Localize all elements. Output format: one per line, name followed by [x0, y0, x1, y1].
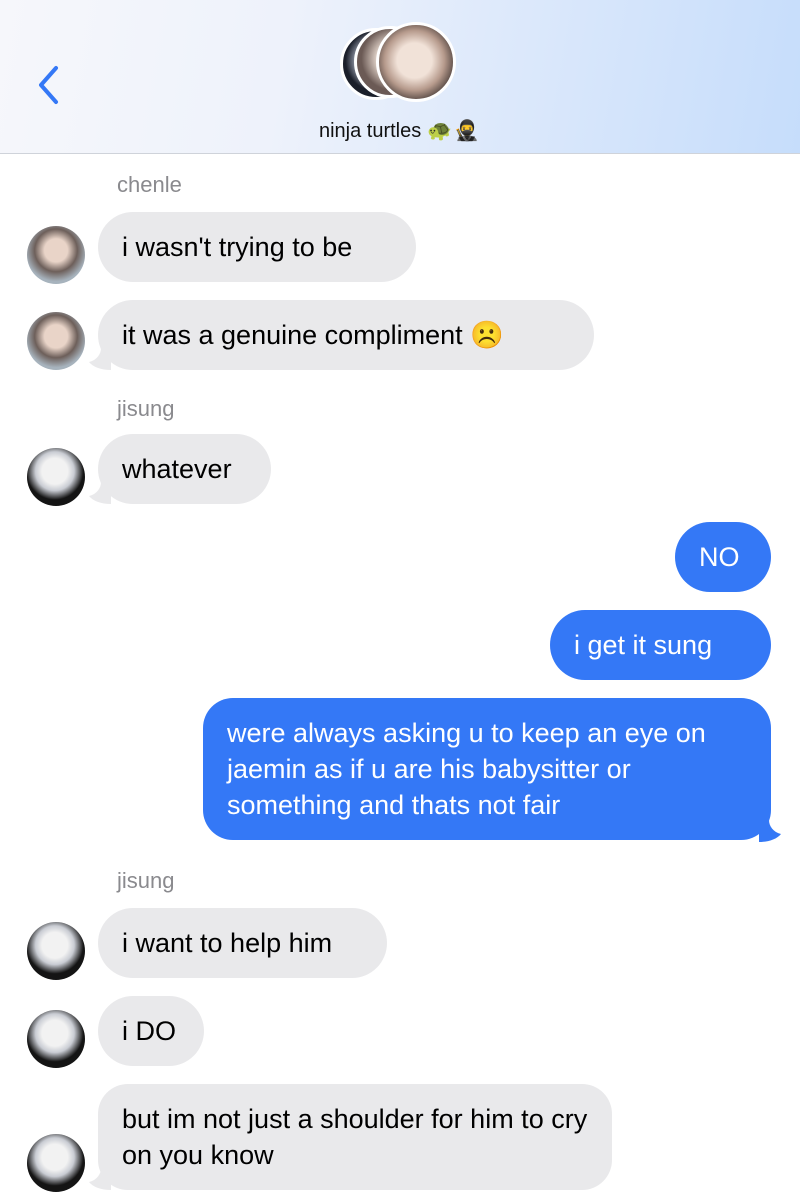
back-button[interactable] [28, 62, 68, 108]
sender-label: chenle [117, 172, 182, 197]
message-bubble-outgoing[interactable]: i get it sung [550, 610, 771, 680]
message-bubble-outgoing[interactable]: NO [675, 522, 771, 592]
message-text: i wasn't trying to be [122, 232, 353, 262]
avatar[interactable] [27, 448, 85, 506]
group-name-emoji: 🐢🥷 [427, 118, 482, 142]
bubble-tail-icon [759, 820, 781, 842]
sender-label: jisung [117, 868, 175, 893]
avatar[interactable] [27, 1010, 85, 1068]
message-bubble-incoming[interactable]: but im not just a shoulder for him to cr… [98, 1084, 612, 1190]
message-text: NO [699, 542, 740, 572]
sender-label: jisung [117, 396, 175, 421]
avatar[interactable] [27, 1134, 85, 1192]
avatar[interactable] [27, 922, 85, 980]
group-avatar-stack[interactable] [340, 22, 464, 104]
message-text: i get it sung [574, 630, 713, 660]
bubble-tail-icon [89, 482, 111, 504]
message-text: i DO [122, 1016, 176, 1046]
group-title[interactable]: ninja turtles 🐢🥷 [0, 118, 800, 143]
avatar [376, 22, 456, 102]
message-text: i want to help him [122, 928, 333, 958]
message-text: were always asking u to keep an eye on j… [227, 718, 706, 820]
chevron-left-icon [39, 66, 58, 104]
message-bubble-outgoing[interactable]: were always asking u to keep an eye on j… [203, 698, 771, 840]
message-text: it was a genuine compliment ☹️ [122, 320, 504, 350]
message-bubble-incoming[interactable]: whatever [98, 434, 271, 504]
group-name-text: ninja turtles [318, 120, 422, 142]
bubble-tail-icon [89, 348, 111, 370]
message-bubble-incoming[interactable]: it was a genuine compliment ☹️ [98, 300, 594, 370]
message-text: whatever [122, 454, 232, 484]
bubble-tail-icon [89, 1168, 111, 1190]
conversation-header: ninja turtles 🐢🥷 [0, 0, 800, 154]
avatar[interactable] [27, 312, 85, 370]
message-text: but im not just a shoulder for him to cr… [122, 1104, 588, 1170]
message-bubble-incoming[interactable]: i want to help him [98, 908, 387, 978]
message-bubble-incoming[interactable]: i DO [98, 996, 204, 1066]
message-bubble-incoming[interactable]: i wasn't trying to be [98, 212, 416, 282]
avatar[interactable] [27, 226, 85, 284]
